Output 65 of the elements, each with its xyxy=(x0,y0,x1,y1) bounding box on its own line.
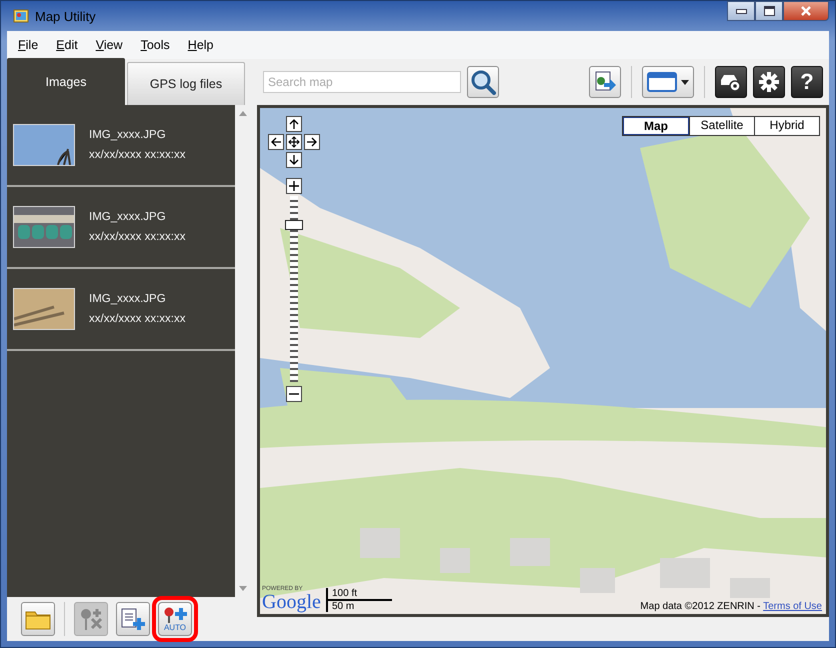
map-attribution: Map data ©2012 ZENRIN - Terms of Use xyxy=(640,601,822,612)
file-name: IMG_xxxx.JPG xyxy=(89,293,167,305)
photo-thumbnail xyxy=(13,206,75,248)
minimize-button[interactable] xyxy=(727,1,755,21)
pan-left-button[interactable] xyxy=(268,134,284,150)
settings-icon xyxy=(758,71,780,93)
search-field[interactable]: Search map xyxy=(263,71,461,93)
document-add-icon xyxy=(120,607,146,631)
zoom-slider-thumb[interactable] xyxy=(285,220,303,230)
pin-remove-icon xyxy=(78,607,104,631)
pan-center-button[interactable] xyxy=(286,134,302,150)
scroll-down-icon xyxy=(239,586,247,591)
date-time: xx/xx/xxxx xx:xx:xx xyxy=(89,231,186,243)
window-title: Map Utility xyxy=(35,8,96,24)
window-layout-dropdown[interactable] xyxy=(642,66,694,98)
map-provider-logo: Google xyxy=(262,592,321,612)
menu-item[interactable]: File xyxy=(11,36,46,54)
menu-item[interactable]: View xyxy=(88,36,130,54)
close-icon xyxy=(801,6,811,16)
caret-icon xyxy=(681,80,689,84)
arrow-down-icon xyxy=(288,154,300,166)
menu-item[interactable]: Edit xyxy=(49,36,85,54)
photo-thumbnail xyxy=(13,124,75,166)
image-list-item[interactable]: IMG_xxxx.JPG xx/xx/xxxx xx:xx:xx xyxy=(7,269,235,351)
terms-link[interactable]: Terms of Use xyxy=(763,601,822,612)
plus-icon xyxy=(288,180,300,192)
file-name: IMG_xxxx.JPG xyxy=(89,129,167,141)
pan-up-button[interactable] xyxy=(286,116,302,132)
zoom-out-button[interactable] xyxy=(286,386,302,402)
date-time: xx/xx/xxxx xx:xx:xx xyxy=(89,313,186,325)
close-button[interactable] xyxy=(783,1,829,21)
photo-thumbnail xyxy=(13,288,75,330)
menu-item[interactable]: Tools xyxy=(134,36,177,54)
map-type-tab[interactable]: Satellite xyxy=(689,117,754,135)
tab[interactable]: Images xyxy=(7,58,125,105)
image-list-item[interactable]: IMG_xxxx.JPG xx/xx/xxxx xx:xx:xx xyxy=(7,187,235,269)
map-type-tab[interactable]: Map xyxy=(623,117,689,135)
search-icon xyxy=(470,69,496,95)
image-list-item[interactable]: IMG_xxxx.JPG xx/xx/xxxx xx:xx:xx xyxy=(7,105,235,187)
date-time: xx/xx/xxxx xx:xx:xx xyxy=(89,149,186,161)
arrow-left-icon xyxy=(270,136,282,148)
export-button[interactable] xyxy=(589,66,621,98)
file-name: IMG_xxxx.JPG xyxy=(89,211,167,223)
window-icon xyxy=(647,71,677,93)
add-file-button[interactable] xyxy=(116,602,150,636)
app-icon xyxy=(13,8,29,24)
menu-item[interactable]: Help xyxy=(180,36,220,54)
map-type-tab[interactable]: Hybrid xyxy=(754,117,819,135)
scroll-up-icon xyxy=(239,111,247,116)
scale-bar: 100 ft 50 m xyxy=(326,588,428,612)
arrow-up-icon xyxy=(288,118,300,130)
pan-down-button[interactable] xyxy=(286,152,302,168)
pin-add-icon xyxy=(162,606,188,622)
pan-right-button[interactable] xyxy=(304,134,320,150)
search-button[interactable] xyxy=(467,66,499,98)
car-settings-button[interactable] xyxy=(715,66,747,98)
tab[interactable]: GPS log files xyxy=(127,62,245,105)
four-arrows-icon xyxy=(288,136,300,148)
maximize-button[interactable] xyxy=(755,1,783,21)
zoom-in-button[interactable] xyxy=(286,178,302,194)
document-arrow-icon xyxy=(593,70,617,94)
open-folder-button[interactable] xyxy=(21,602,55,636)
arrow-right-icon xyxy=(306,136,318,148)
help-button[interactable]: ? xyxy=(791,66,823,98)
settings-button[interactable] xyxy=(753,66,785,98)
